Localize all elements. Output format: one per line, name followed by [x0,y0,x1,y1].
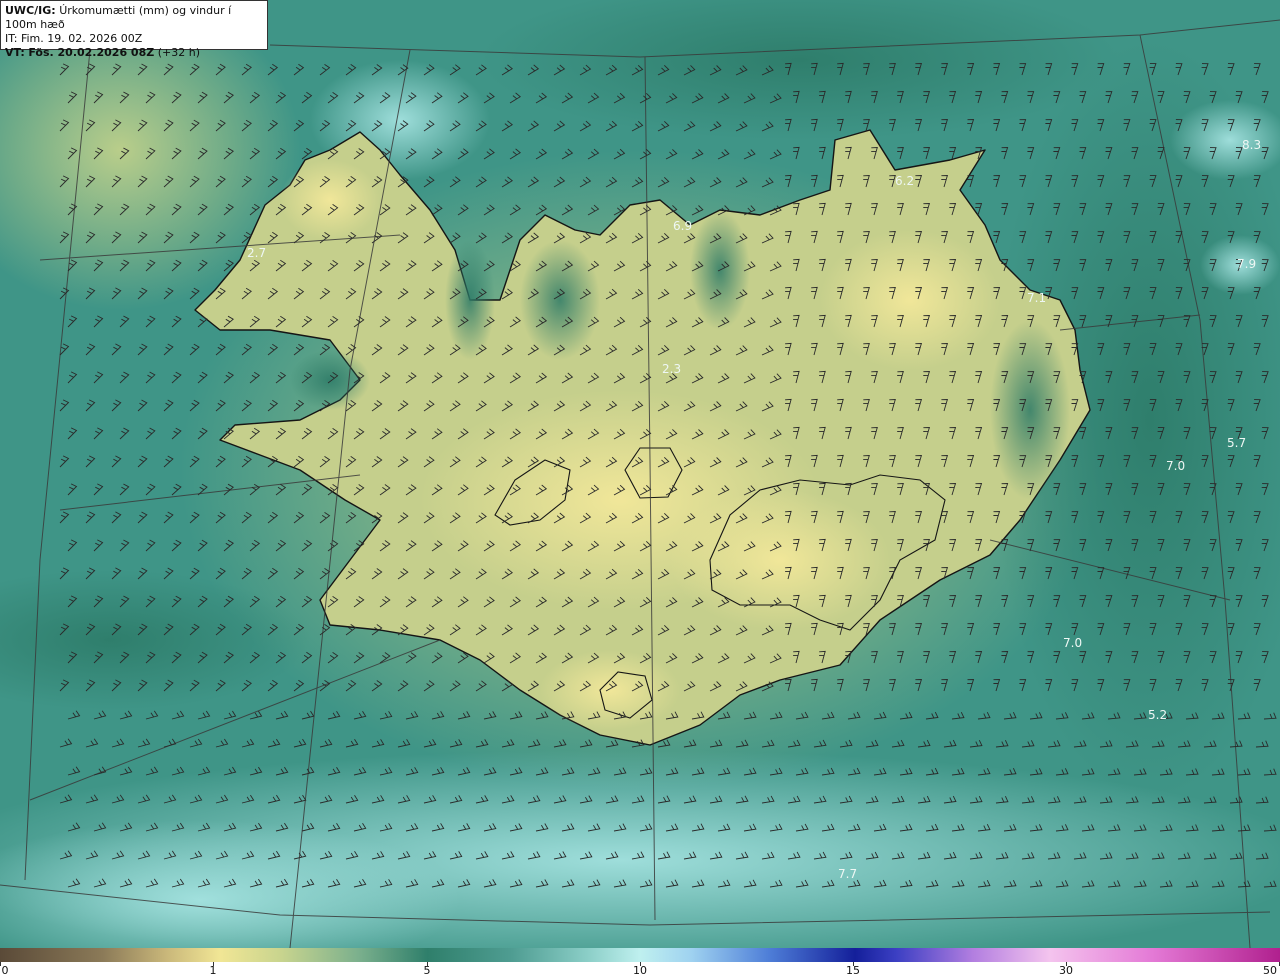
map-value-10: 5.2 [1148,708,1167,722]
init-line: IT: Fim. 19. 02. 2026 00Z [5,32,263,46]
valid-label: VT: [5,46,25,59]
map-value-8: 7.0 [1166,459,1185,473]
colorbar-tick-0: 0 [1,964,9,977]
map-value-9: 7.0 [1063,636,1082,650]
map-value-5: 7.9 [1237,257,1256,271]
map-value-7: 5.7 [1227,436,1246,450]
map-value-3: 6.9 [673,219,692,233]
map-value-2: 6.2 [895,174,914,188]
colorbar-tick-2: 5 [423,964,431,977]
forecast-map: 2.7 6.2 6.9 7.1 7.9 2.3 5.7 7.0 7.0 5.2 … [0,0,1280,948]
init-label: IT: [5,32,18,45]
map-value-11: 7.7 [838,867,857,881]
colorbar-tick-6: 50 [1263,964,1277,977]
map-value-12: 8.3 [1242,138,1261,152]
lead-time: (+32 h) [157,46,200,59]
init-time: Fim. 19. 02. 2026 00Z [20,32,143,45]
product-code: UWC/IG: [5,4,56,17]
colorbar-tick-4: 15 [846,964,860,977]
colorbar-tick-3: 10 [633,964,647,977]
colorbar-gradient [0,948,1280,962]
map-value-6: 2.3 [662,362,681,376]
title-line: UWC/IG: Úrkomumætti (mm) og vindur í 100… [5,4,263,32]
colorbar-ticks: 0 1 5 10 15 30 50 [0,962,1280,978]
colorbar-legend: 0 1 5 10 15 30 50 [0,948,1280,978]
valid-time: Fös. 20.02.2026 08Z [28,46,155,59]
map-value-1: 2.7 [247,246,266,260]
colorbar-tick-5: 30 [1059,964,1073,977]
forecast-info-box: UWC/IG: Úrkomumætti (mm) og vindur í 100… [0,0,268,59]
colorbar-tick-1: 1 [209,964,217,977]
valid-line: VT: Fös. 20.02.2026 08Z (+32 h) [5,46,263,60]
map-value-4: 7.1 [1027,291,1046,305]
